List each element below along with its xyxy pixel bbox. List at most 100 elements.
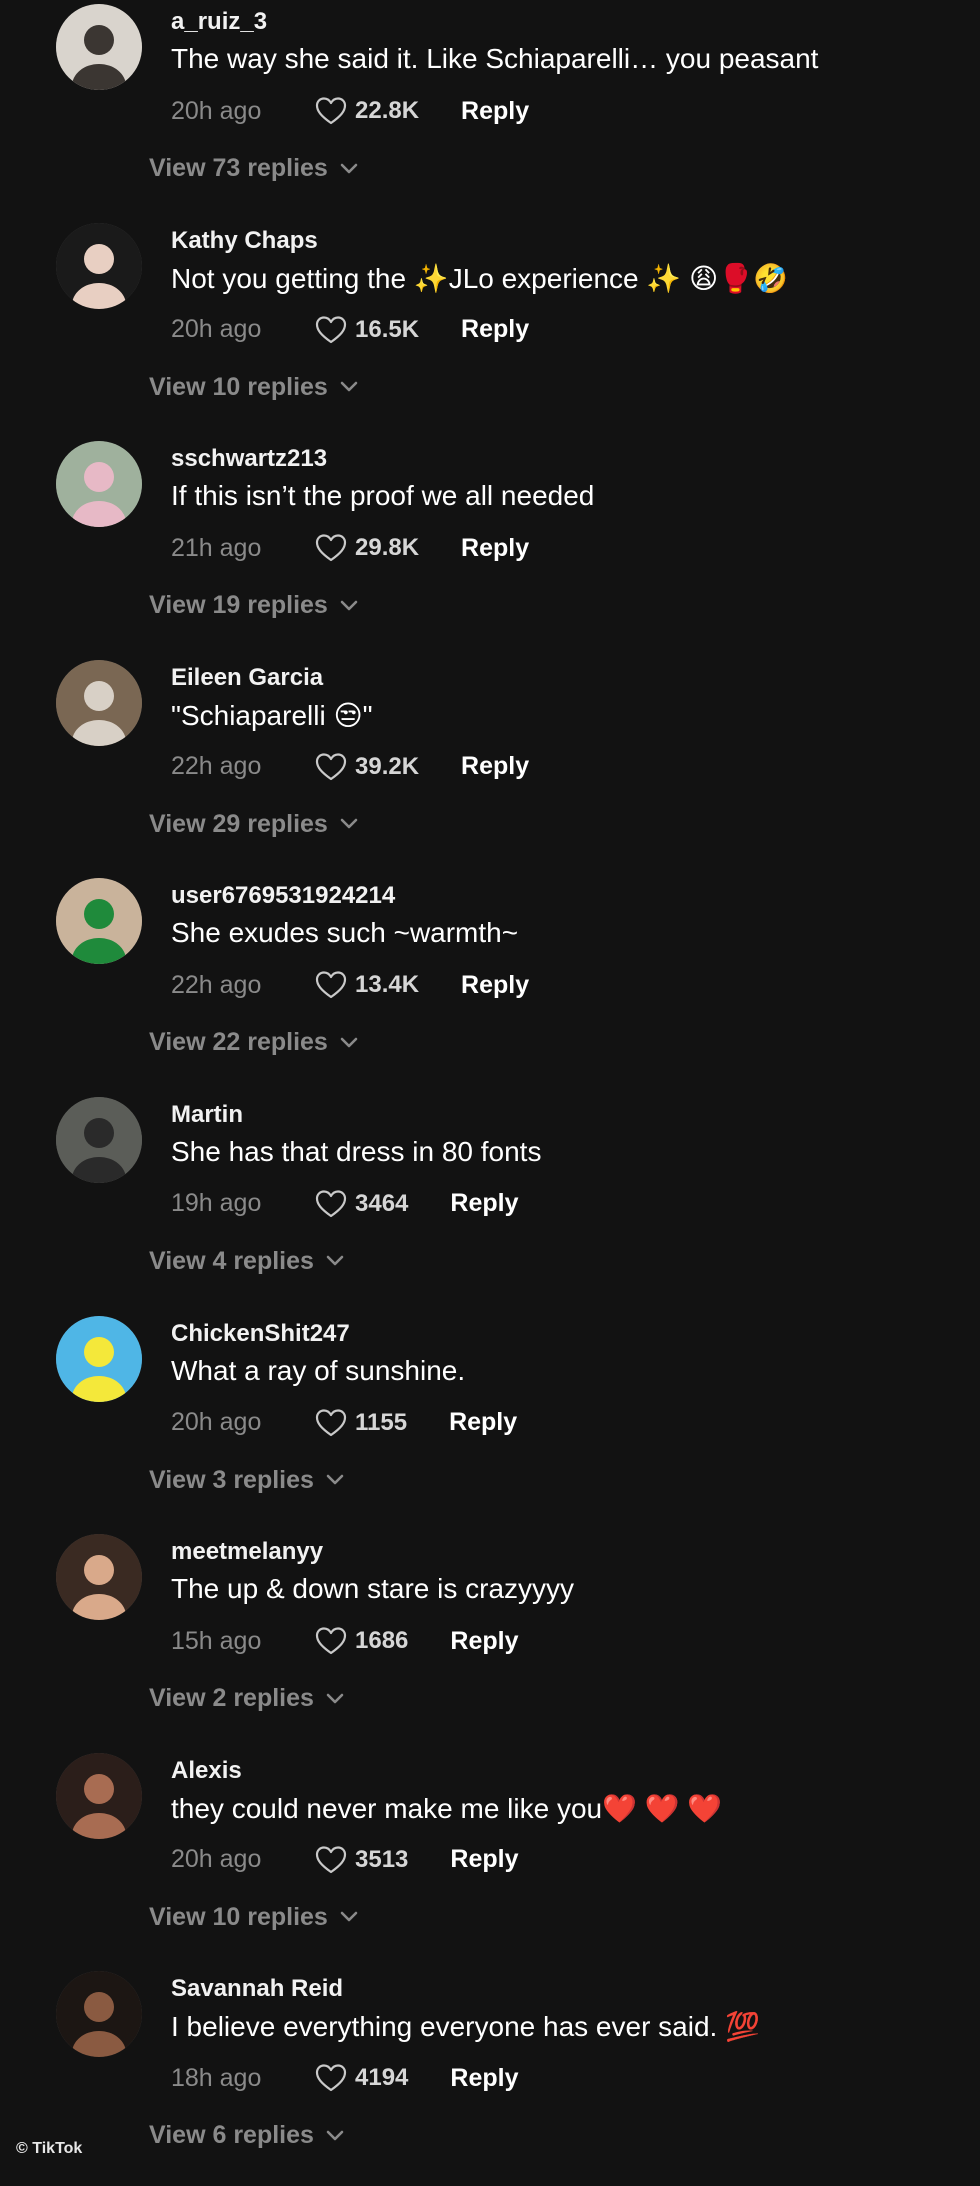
heart-icon <box>315 97 347 125</box>
comment-username[interactable]: Eileen Garcia <box>171 664 323 692</box>
comment-text: I believe everything everyone has ever s… <box>171 2011 760 2043</box>
view-replies-button[interactable]: View 10 replies <box>149 1903 358 1932</box>
reply-button[interactable]: Reply <box>461 971 529 1000</box>
reply-button[interactable]: Reply <box>450 1189 518 1218</box>
avatar[interactable] <box>56 1096 142 1183</box>
reply-button[interactable]: Reply <box>461 315 529 344</box>
like-button[interactable]: 3513 <box>315 1845 408 1875</box>
chevron-down-icon <box>326 1474 344 1485</box>
comment-text: The up & down stare is crazyyyy <box>171 1573 575 1605</box>
like-count: 13.4K <box>355 971 420 999</box>
like-button[interactable]: 1686 <box>315 1626 408 1656</box>
comment-meta: 21h ago 29.8K Reply <box>171 531 529 565</box>
comment-meta: 15h ago 1686 Reply <box>171 1624 518 1658</box>
chevron-down-icon <box>340 818 358 829</box>
reply-button[interactable]: Reply <box>461 752 529 781</box>
like-button[interactable]: 16.5K <box>315 315 419 345</box>
heart-icon <box>315 1408 347 1436</box>
tiktok-watermark: © TikTok <box>16 2140 83 2157</box>
avatar[interactable] <box>56 1752 142 1839</box>
comment-text: She has that dress in 80 fonts <box>171 1135 542 1167</box>
reply-button[interactable]: Reply <box>450 1845 518 1874</box>
avatar[interactable] <box>56 878 142 965</box>
chevron-down-icon <box>340 1037 358 1048</box>
comment-username[interactable]: sschwartz213 <box>171 445 327 473</box>
view-replies-label: View 29 replies <box>149 809 328 838</box>
comment-timestamp: 19h ago <box>171 1189 262 1218</box>
comment-text: The way she said it. Like Schiaparelli… … <box>171 43 819 74</box>
view-replies-button[interactable]: View 73 replies <box>149 154 358 183</box>
comment-text: they could never make me like you❤️ ❤️ ❤… <box>171 1792 723 1824</box>
comment-username[interactable]: a_ruiz_3 <box>171 8 267 36</box>
comment-username[interactable]: meetmelanyy <box>171 1538 323 1566</box>
avatar[interactable] <box>56 1534 142 1621</box>
chevron-down-icon <box>326 1256 344 1266</box>
view-replies-label: View 73 replies <box>149 154 328 182</box>
avatar[interactable] <box>56 1971 142 2058</box>
comment-timestamp: 21h ago <box>171 533 262 562</box>
comment-username[interactable]: Savannah Reid <box>171 1975 343 2003</box>
view-replies-button[interactable]: View 22 replies <box>149 1028 358 1057</box>
comment-item: meetmelanyy The up & down stare is crazyy… <box>0 1530 980 1749</box>
chevron-down-icon <box>340 381 358 392</box>
view-replies-button[interactable]: View 19 replies <box>149 591 358 620</box>
like-button[interactable]: 3464 <box>315 1189 408 1219</box>
comment-timestamp: 20h ago <box>171 1845 262 1874</box>
heart-icon <box>315 971 347 999</box>
avatar[interactable] <box>56 1315 142 1402</box>
view-replies-button[interactable]: View 29 replies <box>149 810 358 839</box>
comment-timestamp: 15h ago <box>171 1626 262 1655</box>
avatar[interactable] <box>56 441 142 528</box>
like-button[interactable]: 22.8K <box>315 96 419 126</box>
view-replies-label: View 3 replies <box>149 1465 314 1494</box>
view-replies-button[interactable]: View 3 replies <box>149 1466 344 1495</box>
chevron-down-icon <box>326 2130 344 2141</box>
like-count: 4194 <box>355 2064 409 2092</box>
avatar[interactable] <box>56 659 142 746</box>
comment-username[interactable]: ChickenShit247 <box>171 1320 350 1348</box>
like-button[interactable]: 1155 <box>315 1408 407 1438</box>
comment-username[interactable]: Alexis <box>171 1757 242 1785</box>
reply-button[interactable]: Reply <box>450 2064 518 2093</box>
view-replies-label: View 22 replies <box>149 1028 328 1057</box>
like-count: 29.8K <box>355 534 420 562</box>
view-replies-button[interactable]: View 10 replies <box>149 373 358 402</box>
comment-text: What a ray of sunshine. <box>171 1354 466 1386</box>
comment-meta: 19h ago 3464 Reply <box>171 1187 518 1221</box>
heart-icon <box>315 1190 347 1218</box>
like-count: 16.5K <box>355 315 420 343</box>
chevron-down-icon <box>340 1911 358 1922</box>
chevron-down-icon <box>340 600 358 610</box>
like-button[interactable]: 39.2K <box>315 752 419 782</box>
like-count: 39.2K <box>355 752 420 780</box>
like-button[interactable]: 13.4K <box>315 970 419 1000</box>
like-button[interactable]: 29.8K <box>315 533 419 563</box>
view-replies-button[interactable]: View 4 replies <box>149 1247 344 1276</box>
avatar[interactable] <box>56 4 142 90</box>
avatar[interactable] <box>56 222 142 309</box>
like-count: 3513 <box>355 1845 409 1873</box>
reply-button[interactable]: Reply <box>450 1627 518 1656</box>
heart-icon <box>315 1627 347 1655</box>
view-replies-label: View 2 replies <box>149 1684 314 1713</box>
heart-icon <box>315 315 347 343</box>
comment-meta: 20h ago 16.5K Reply <box>171 313 529 347</box>
comment-meta: 20h ago 1155 Reply <box>171 1406 517 1440</box>
reply-button[interactable]: Reply <box>461 534 529 563</box>
view-replies-button[interactable]: View 2 replies <box>149 1684 344 1713</box>
like-count: 1686 <box>355 1627 409 1655</box>
heart-icon <box>315 2064 347 2092</box>
comment-meta: 22h ago 13.4K Reply <box>171 968 529 1002</box>
like-count: 1155 <box>355 1408 408 1436</box>
comment-username[interactable]: user6769531924214 <box>171 882 395 910</box>
view-replies-label: View 6 replies <box>149 2121 314 2150</box>
comment-username[interactable]: Martin <box>171 1101 243 1129</box>
comment-username[interactable]: Kathy Chaps <box>171 227 318 255</box>
view-replies-button[interactable]: View 6 replies <box>149 2121 344 2150</box>
view-replies-label: View 4 replies <box>149 1246 314 1275</box>
reply-button[interactable]: Reply <box>461 97 529 126</box>
like-button[interactable]: 4194 <box>315 2063 408 2093</box>
comment-timestamp: 20h ago <box>171 315 262 344</box>
reply-button[interactable]: Reply <box>449 1408 517 1437</box>
heart-icon <box>315 1846 347 1873</box>
